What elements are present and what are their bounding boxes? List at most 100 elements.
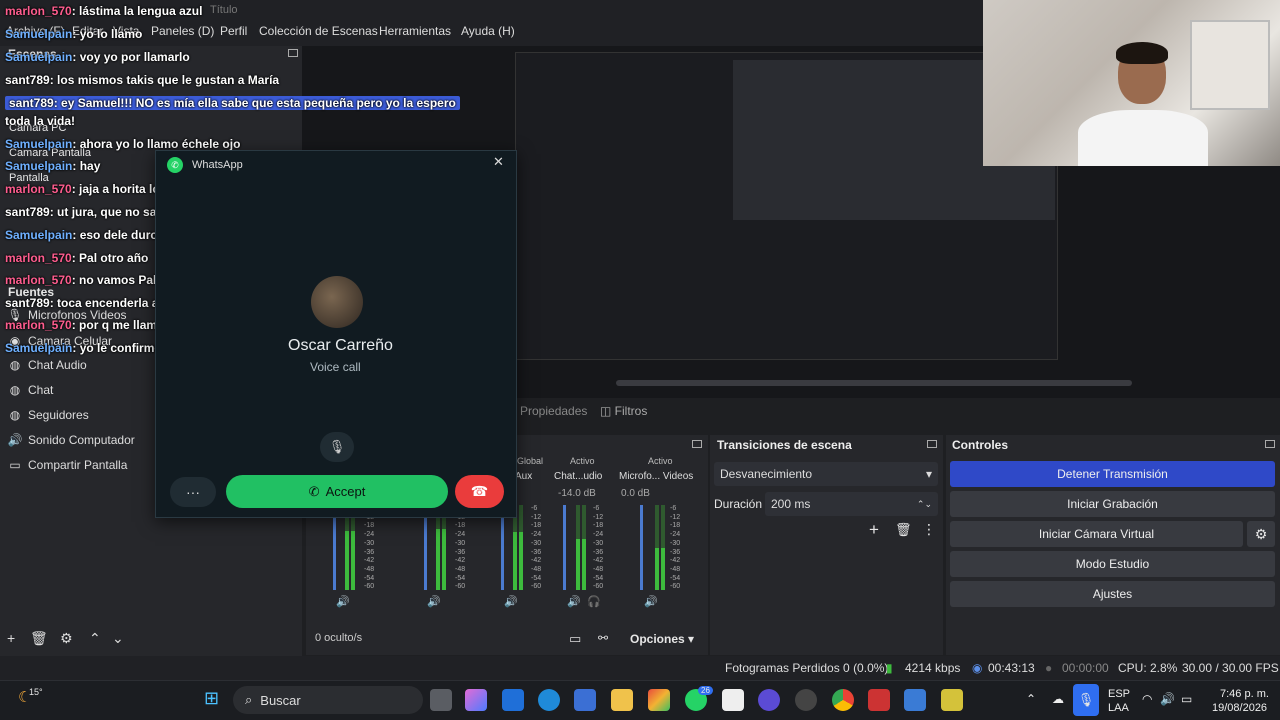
tab-properties[interactable]: Propiedades	[520, 404, 587, 418]
chat-username: marlon_570	[5, 318, 72, 332]
tab-filters-label: Filtros	[614, 404, 648, 418]
store-icon[interactable]	[574, 689, 596, 711]
dock-icon[interactable]	[288, 49, 298, 57]
close-icon[interactable]: ✕	[493, 154, 504, 170]
mixer-channel-db: -14.0 dB	[558, 488, 596, 499]
speaker-icon[interactable]: 🔊	[567, 595, 581, 608]
chat-username: Samuelpain	[5, 27, 73, 41]
speaker-icon: 🔊	[7, 433, 23, 447]
copilot-icon[interactable]	[465, 689, 487, 711]
windows-start-icon[interactable]: ⊞	[204, 688, 219, 709]
menu-docks[interactable]: Paneles (D)	[151, 24, 214, 38]
accept-call-button[interactable]: ✆ Accept	[226, 475, 448, 508]
globe-icon: ◍	[9, 358, 21, 372]
source-item[interactable]: ◍ Chat Audio	[8, 354, 87, 376]
studio-mode-button[interactable]: Modo Estudio	[950, 551, 1275, 577]
microphone-icon[interactable]: 🎙	[1073, 684, 1099, 716]
caller-name: Oscar Carreño	[288, 337, 393, 354]
stop-streaming-button[interactable]: Detener Transmisión	[950, 461, 1275, 487]
source-item[interactable]: ◍ Chat	[8, 379, 54, 401]
add-source-icon[interactable]: +	[7, 630, 15, 646]
chat-username: sant789	[9, 96, 54, 110]
mixer-options-button[interactable]: Opciones ▾	[630, 632, 694, 646]
chat-text: toda la vida!	[5, 114, 76, 128]
spin-arrows-icon[interactable]: ⌃⌄	[917, 499, 932, 510]
db-scale: -6-12-18-24-30-36-42-48-54-60	[593, 505, 604, 591]
chevron-up-icon[interactable]: ⌃	[1026, 692, 1036, 706]
chat-username: Samuelpain	[5, 137, 73, 151]
duration-spinbox[interactable]: 200 ms ⌃⌄	[765, 492, 938, 516]
battery-icon[interactable]: ▭	[1181, 692, 1192, 706]
more-options-button[interactable]: ···	[170, 477, 216, 507]
webcam-background-window	[1190, 20, 1270, 110]
delete-source-icon[interactable]: 🗑	[30, 630, 48, 647]
chat-text: : lástima la lengua azul	[71, 4, 203, 18]
speaker-icon[interactable]: 🔊	[504, 595, 518, 608]
headphones-icon[interactable]: 🎧	[587, 595, 601, 608]
chat-username: Samuelpain	[5, 228, 73, 242]
menu-help[interactable]: Ayuda (H)	[461, 24, 515, 38]
dropped-frames: Fotogramas Perdidos 0 (0.0%)	[725, 661, 889, 675]
tray-app-icon[interactable]: ☁	[1052, 692, 1064, 706]
gear-icon[interactable]: ⚙	[60, 630, 73, 647]
tab-filters[interactable]: ◫ Filtros	[600, 404, 647, 418]
volume-icon[interactable]: 🔊	[1160, 692, 1175, 706]
menu-scene-collection[interactable]: Colección de Escenas	[259, 24, 378, 38]
language-primary[interactable]: ESP	[1108, 688, 1130, 700]
app-icon[interactable]	[648, 689, 670, 711]
start-recording-button[interactable]: Iniciar Grabación	[950, 491, 1275, 517]
chat-text: : Pal otro año	[71, 251, 149, 265]
speaker-icon[interactable]: 🔊	[427, 595, 441, 608]
dock-icon[interactable]	[927, 440, 937, 448]
webcam-person-shirt	[1078, 110, 1208, 166]
layout-icon[interactable]: ▭	[569, 631, 581, 647]
chat-message: marlon_570: Pal otro año	[5, 251, 148, 265]
add-transition-icon[interactable]: +	[869, 520, 879, 540]
source-label: Seguidores	[28, 408, 89, 422]
source-item[interactable]: 🔊 Sonido Computador	[8, 429, 135, 451]
delete-transition-icon[interactable]: 🗑	[895, 522, 912, 538]
speaker-icon[interactable]: 🔊	[644, 595, 658, 608]
clock-date[interactable]: 19/08/2026	[1212, 702, 1267, 714]
transitions-title: Transiciones de escena	[717, 438, 852, 452]
speaker-icon[interactable]: 🔊	[336, 595, 350, 608]
settings-button[interactable]: Ajustes	[950, 581, 1275, 607]
app-icon[interactable]	[941, 689, 963, 711]
menu-profile[interactable]: Perfil	[220, 24, 247, 38]
chevron-down-icon[interactable]: ⌄	[112, 630, 124, 647]
transition-select[interactable]: Desvanecimiento ▾	[714, 462, 938, 486]
volume-fader[interactable]	[563, 505, 566, 590]
chrome-icon[interactable]	[832, 689, 854, 711]
clock-time[interactable]: 7:46 p. m.	[1220, 688, 1269, 700]
obs-icon[interactable]	[795, 689, 817, 711]
preview-scrollbar[interactable]	[616, 380, 1132, 386]
dock-icon[interactable]	[1265, 440, 1275, 448]
broadcast-icon: ◉	[972, 661, 983, 675]
edge-icon[interactable]	[538, 689, 560, 711]
menu-tools[interactable]: Herramientas	[379, 24, 451, 38]
dropbox-icon[interactable]	[502, 689, 524, 711]
virtual-camera-settings-icon[interactable]: ⚙	[1247, 521, 1275, 547]
start-virtual-camera-button[interactable]: Iniciar Cámara Virtual	[950, 521, 1243, 547]
app-icon[interactable]	[904, 689, 926, 711]
taskbar-search[interactable]: ⌕ Buscar	[233, 686, 423, 714]
app-icon[interactable]	[868, 689, 890, 711]
mixer-channel-name: Aux	[515, 471, 533, 482]
microphone-icon[interactable]: 🎙	[320, 432, 354, 462]
app-icon[interactable]	[722, 689, 744, 711]
wifi-icon[interactable]: ◠	[1142, 692, 1152, 706]
app-icon[interactable]	[758, 689, 780, 711]
task-view-icon[interactable]	[430, 689, 452, 711]
decline-call-button[interactable]: ☎	[455, 475, 504, 508]
dock-icon[interactable]	[692, 440, 702, 448]
language-secondary[interactable]: LAA	[1108, 702, 1129, 714]
chat-message: sant789: los mismos takis que le gustan …	[5, 73, 279, 87]
volume-fader[interactable]	[640, 505, 643, 590]
window-title: Título	[210, 4, 238, 16]
link-icon[interactable]: ⚯	[598, 631, 608, 645]
source-item[interactable]: ◍ Seguidores	[8, 404, 89, 426]
more-vertical-icon[interactable]: ⋮	[922, 521, 936, 538]
source-item[interactable]: ▭ Compartir Pantalla	[8, 454, 127, 476]
file-explorer-icon[interactable]	[611, 689, 633, 711]
chevron-up-icon[interactable]: ⌃	[89, 630, 101, 647]
